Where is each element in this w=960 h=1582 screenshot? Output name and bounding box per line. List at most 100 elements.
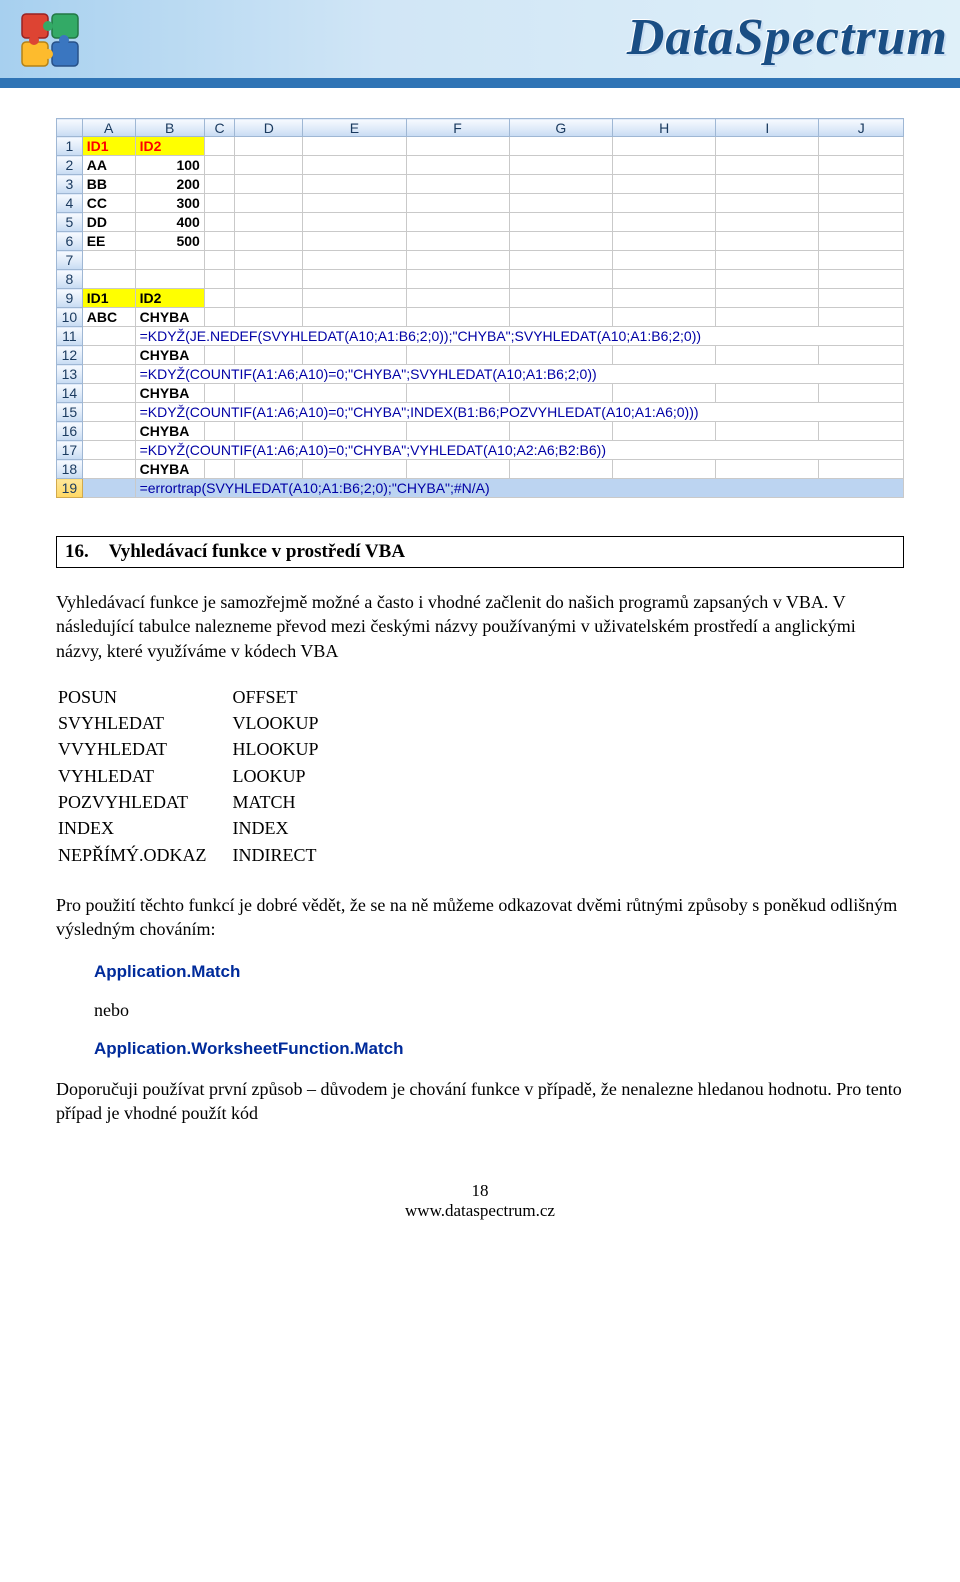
cell[interactable]: CHYBA: [135, 460, 204, 479]
cell[interactable]: [716, 460, 819, 479]
row-header[interactable]: 12: [57, 346, 83, 365]
cell[interactable]: [204, 289, 235, 308]
cell[interactable]: [235, 137, 303, 156]
row-header[interactable]: 4: [57, 194, 83, 213]
row-header[interactable]: 7: [57, 251, 83, 270]
cell[interactable]: [716, 137, 819, 156]
cell[interactable]: [235, 270, 303, 289]
row-header[interactable]: 1: [57, 137, 83, 156]
row-header[interactable]: 14: [57, 384, 83, 403]
cell[interactable]: 400: [135, 213, 204, 232]
col-header-A[interactable]: A: [82, 119, 135, 137]
cell[interactable]: ID2: [135, 289, 204, 308]
cell[interactable]: [303, 270, 406, 289]
col-header-E[interactable]: E: [303, 119, 406, 137]
cell[interactable]: [204, 422, 235, 441]
cell[interactable]: [613, 384, 716, 403]
cell[interactable]: [819, 384, 904, 403]
cell[interactable]: [204, 213, 235, 232]
row-header[interactable]: 9: [57, 289, 83, 308]
cell[interactable]: [135, 270, 204, 289]
cell[interactable]: CHYBA: [135, 384, 204, 403]
cell[interactable]: [509, 384, 612, 403]
formula-cell[interactable]: =KDYŽ(COUNTIF(A1:A6;A10)=0;"CHYBA";SVYHL…: [135, 365, 903, 384]
col-header-F[interactable]: F: [406, 119, 509, 137]
col-header-G[interactable]: G: [509, 119, 612, 137]
col-header-J[interactable]: J: [819, 119, 904, 137]
cell[interactable]: [303, 346, 406, 365]
cell[interactable]: [235, 460, 303, 479]
cell[interactable]: [82, 365, 135, 384]
cell[interactable]: [509, 137, 612, 156]
cell[interactable]: [135, 251, 204, 270]
cell[interactable]: [406, 422, 509, 441]
cell[interactable]: [819, 346, 904, 365]
cell[interactable]: [82, 460, 135, 479]
cell[interactable]: [204, 175, 235, 194]
cell[interactable]: [819, 308, 904, 327]
cell[interactable]: [716, 346, 819, 365]
cell[interactable]: [82, 403, 135, 422]
cell[interactable]: [204, 251, 235, 270]
cell[interactable]: [82, 441, 135, 460]
cell[interactable]: [509, 422, 612, 441]
cell[interactable]: EE: [82, 232, 135, 251]
cell[interactable]: [82, 251, 135, 270]
row-header[interactable]: 2: [57, 156, 83, 175]
cell[interactable]: [303, 289, 406, 308]
cell[interactable]: BB: [82, 175, 135, 194]
cell[interactable]: [235, 156, 303, 175]
cell[interactable]: [303, 194, 406, 213]
cell[interactable]: [235, 232, 303, 251]
cell[interactable]: [613, 194, 716, 213]
cell[interactable]: [204, 270, 235, 289]
cell[interactable]: [819, 156, 904, 175]
cell[interactable]: [613, 308, 716, 327]
cell[interactable]: [303, 156, 406, 175]
cell[interactable]: [303, 422, 406, 441]
cell[interactable]: ID1: [82, 137, 135, 156]
cell[interactable]: [406, 270, 509, 289]
cell[interactable]: [303, 384, 406, 403]
cell[interactable]: [406, 232, 509, 251]
cell[interactable]: [204, 232, 235, 251]
row-header[interactable]: 3: [57, 175, 83, 194]
cell[interactable]: [303, 308, 406, 327]
cell[interactable]: [82, 479, 135, 498]
row-header[interactable]: 19: [57, 479, 83, 498]
cell[interactable]: [509, 251, 612, 270]
cell[interactable]: [819, 422, 904, 441]
cell[interactable]: CHYBA: [135, 346, 204, 365]
cell[interactable]: [204, 346, 235, 365]
row-header[interactable]: 11: [57, 327, 83, 346]
cell[interactable]: [406, 384, 509, 403]
cell[interactable]: [509, 194, 612, 213]
row-header[interactable]: 18: [57, 460, 83, 479]
cell[interactable]: [819, 289, 904, 308]
cell[interactable]: [509, 308, 612, 327]
cell[interactable]: [613, 175, 716, 194]
cell[interactable]: [406, 308, 509, 327]
cell[interactable]: [82, 384, 135, 403]
cell[interactable]: [406, 289, 509, 308]
cell[interactable]: [509, 156, 612, 175]
cell[interactable]: [82, 422, 135, 441]
cell[interactable]: 100: [135, 156, 204, 175]
cell[interactable]: [509, 270, 612, 289]
cell[interactable]: [235, 289, 303, 308]
cell[interactable]: [406, 194, 509, 213]
row-header[interactable]: 13: [57, 365, 83, 384]
cell[interactable]: ABC: [82, 308, 135, 327]
row-header[interactable]: 6: [57, 232, 83, 251]
cell[interactable]: CHYBA: [135, 308, 204, 327]
cell[interactable]: [406, 175, 509, 194]
cell[interactable]: [819, 232, 904, 251]
cell[interactable]: [303, 460, 406, 479]
cell[interactable]: [406, 156, 509, 175]
cell[interactable]: [406, 213, 509, 232]
cell[interactable]: [303, 213, 406, 232]
cell[interactable]: [406, 137, 509, 156]
row-header[interactable]: 10: [57, 308, 83, 327]
cell[interactable]: [509, 346, 612, 365]
cell[interactable]: [303, 137, 406, 156]
